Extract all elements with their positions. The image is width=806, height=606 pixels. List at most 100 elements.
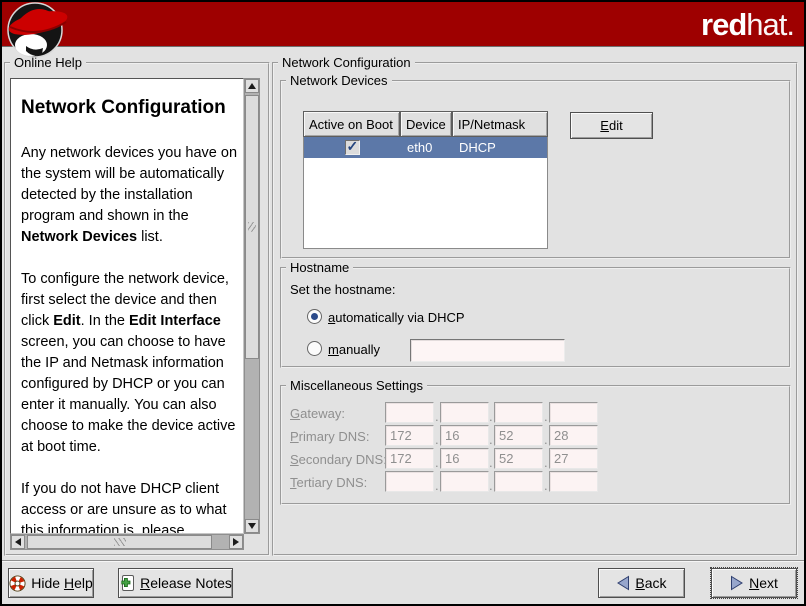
table-header-row: Active on Boot Device IP/Netmask [303,111,548,137]
network-configuration-panel: Network Configuration Network Devices Ac… [272,62,798,556]
hostname-frame-label: Hostname [286,260,353,275]
help-title: Network Configuration [21,97,237,119]
brand-rest: hat. [746,7,794,42]
primary-dns-octet-3 [494,425,543,446]
hostname-auto-radio-label[interactable]: automatically via DHCP [328,310,465,325]
octet-separator: . [544,455,548,470]
scroll-right-button[interactable] [229,535,243,549]
octet-separator: . [544,478,548,493]
octet-separator: . [435,478,439,493]
octet-separator: . [435,409,439,424]
back-arrow-icon [616,575,630,591]
next-arrow-icon [730,575,744,591]
scroll-left-button[interactable] [11,535,25,549]
vertical-scrollbar-thumb[interactable] [245,95,259,359]
redhat-shadowman-logo [4,2,78,61]
release-notes-label: Release Notes [140,575,232,591]
secondary-dns-octet-3 [494,448,543,469]
back-label: Back [635,575,666,591]
gateway-octet-4 [549,402,598,423]
installer-window: { "banner": { "brand_bold": "red", "bran… [0,0,806,606]
next-button[interactable]: Next [711,568,797,598]
column-header-ip-netmask[interactable]: IP/Netmask [452,111,548,137]
gateway-octet-3 [494,402,543,423]
device-name-cell: eth0 [400,140,452,155]
octet-separator: . [544,409,548,424]
set-hostname-label: Set the hostname: [290,282,396,297]
primary-dns-row: Primary DNS: . . . [282,425,789,448]
hostname-group: Hostname Set the hostname: automatically… [280,267,791,368]
redhat-wordmark: redhat. [701,4,794,46]
help-vertical-scrollbar[interactable] [244,78,260,534]
miscellaneous-settings-group: Miscellaneous Settings Gateway: . . . Pr… [280,385,791,505]
scroll-down-button[interactable] [245,519,259,533]
tertiary-dns-octet-1 [385,471,434,492]
footer-separator [2,560,804,562]
hostname-manual-radio[interactable] [307,341,322,356]
scrollbar-corner [244,534,260,550]
secondary-dns-octet-2 [440,448,489,469]
edit-button-label: Edit [600,118,622,133]
arrow-left-icon [15,538,21,546]
network-devices-group: Network Devices Active on Boot Device IP… [280,80,791,259]
arrow-right-icon [233,538,239,546]
column-header-device[interactable]: Device [400,111,452,137]
secondary-dns-octet-1 [385,448,434,469]
horizontal-scrollbar-thumb[interactable] [27,535,212,549]
help-paragraph: If you do not have DHCP client access or… [21,479,237,534]
top-banner: redhat. [2,2,804,47]
octet-separator: . [489,478,493,493]
hide-help-label: Hide Help [31,575,93,591]
hostname-auto-radio[interactable] [307,309,322,324]
octet-separator: . [489,432,493,447]
arrow-down-icon [248,523,256,529]
octet-separator: . [435,432,439,447]
scroll-up-button[interactable] [245,79,259,93]
secondary-dns-octet-4 [549,448,598,469]
arrow-up-icon [248,83,256,89]
tertiary-dns-label: Tertiary DNS: [290,475,367,490]
octet-separator: . [544,432,548,447]
active-on-boot-checkbox[interactable] [345,140,360,155]
octet-separator: . [489,409,493,424]
help-paragraph: Any network devices you have on the syst… [21,143,237,248]
gateway-label: Gateway: [290,406,345,421]
release-notes-icon [119,574,135,592]
network-devices-table[interactable]: Active on Boot Device IP/Netmask eth0 DH… [303,111,548,249]
help-text-area: Network Configuration Any network device… [10,78,244,534]
back-button[interactable]: Back [598,568,685,598]
octet-separator: . [435,455,439,470]
help-horizontal-scrollbar[interactable] [10,534,244,550]
release-notes-button[interactable]: Release Notes [118,568,233,598]
tertiary-dns-octet-2 [440,471,489,492]
ip-netmask-cell: DHCP [452,140,496,155]
miscellaneous-settings-frame-label: Miscellaneous Settings [286,378,427,393]
network-devices-frame-label: Network Devices [286,73,392,88]
gateway-octet-1 [385,402,434,423]
help-paragraph: To configure the network device, first s… [21,269,237,458]
life-preserver-icon [9,575,26,592]
secondary-dns-row: Secondary DNS: . . . [282,448,789,471]
device-row-eth0[interactable]: eth0 DHCP [304,137,547,158]
brand-bold: red [701,7,746,42]
tertiary-dns-row: Tertiary DNS: . . . [282,471,789,494]
primary-dns-octet-4 [549,425,598,446]
online-help-panel: Online Help Network Configuration Any ne… [4,62,270,556]
secondary-dns-label: Secondary DNS: [290,452,387,467]
primary-dns-label: Primary DNS: [290,429,369,444]
next-label: Next [749,575,778,591]
primary-dns-octet-1 [385,425,434,446]
primary-dns-octet-2 [440,425,489,446]
gateway-octet-2 [440,402,489,423]
octet-separator: . [489,455,493,470]
table-body[interactable]: eth0 DHCP [303,137,548,249]
hide-help-button[interactable]: Hide Help [8,568,94,598]
gateway-row: Gateway: . . . [282,402,789,425]
tertiary-dns-octet-4 [549,471,598,492]
edit-button[interactable]: Edit [570,112,653,139]
network-configuration-frame-label: Network Configuration [278,55,415,70]
hostname-manual-input[interactable] [410,339,565,362]
column-header-active-on-boot[interactable]: Active on Boot [303,111,400,137]
hostname-manual-radio-label[interactable]: manually [328,342,380,357]
tertiary-dns-octet-3 [494,471,543,492]
